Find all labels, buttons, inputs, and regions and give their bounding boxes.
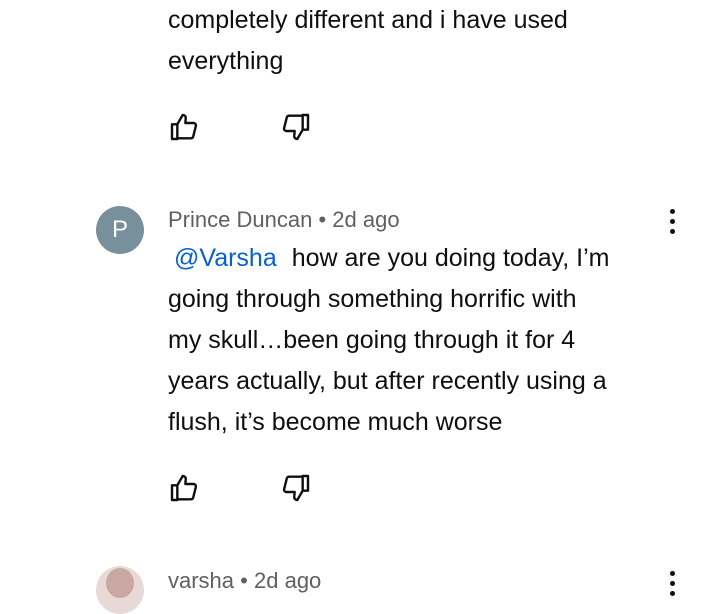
more-options-dot — [669, 570, 675, 576]
author-name[interactable]: Prince Duncan — [168, 207, 312, 232]
comment-body-line-1: @Varsha how are you doing today, I’m — [174, 238, 609, 279]
mention-link[interactable]: @Varsha — [174, 244, 277, 272]
comment-header: varsha • 2d ago — [168, 566, 321, 596]
avatar[interactable]: P — [96, 206, 144, 254]
dislike-button[interactable] — [279, 110, 313, 144]
more-options-dot — [669, 218, 675, 224]
like-button[interactable] — [167, 110, 201, 144]
more-options-dot — [669, 580, 675, 586]
meta-separator: • — [318, 207, 327, 232]
comment-text: how are you doing today, I’m — [291, 244, 610, 272]
thumbs-down-icon — [282, 113, 310, 141]
previous-comment-line-1: completely different and i have used — [168, 6, 568, 34]
like-button[interactable] — [167, 471, 201, 505]
more-options-button[interactable] — [660, 563, 684, 603]
thumbs-up-icon — [170, 113, 198, 141]
more-options-dot — [669, 590, 675, 596]
thumbs-up-icon — [170, 474, 198, 502]
previous-comment-line-2: everything — [168, 47, 284, 75]
thumbs-down-icon — [282, 474, 310, 502]
more-options-button[interactable] — [660, 201, 684, 241]
comment-header: Prince Duncan • 2d ago — [168, 205, 400, 235]
meta-separator: • — [240, 568, 248, 593]
avatar-photo — [106, 568, 134, 598]
comment-time: 2d ago — [332, 207, 400, 232]
avatar-letter: P — [111, 216, 128, 243]
avatar[interactable] — [96, 566, 144, 614]
comment-body-line-4: years actually, but after recently using… — [168, 367, 607, 395]
more-options-dot — [669, 228, 675, 234]
author-name[interactable]: varsha — [168, 568, 234, 593]
comment-body-line-5: flush, it’s become much worse — [168, 408, 503, 436]
more-options-dot — [669, 208, 675, 214]
dislike-button[interactable] — [279, 471, 313, 505]
comment-body-line-2: going through something horrific with — [168, 285, 577, 313]
comment-body-line-3: my skull…been going through it for 4 — [168, 326, 576, 354]
comment-time: 2d ago — [254, 568, 322, 593]
